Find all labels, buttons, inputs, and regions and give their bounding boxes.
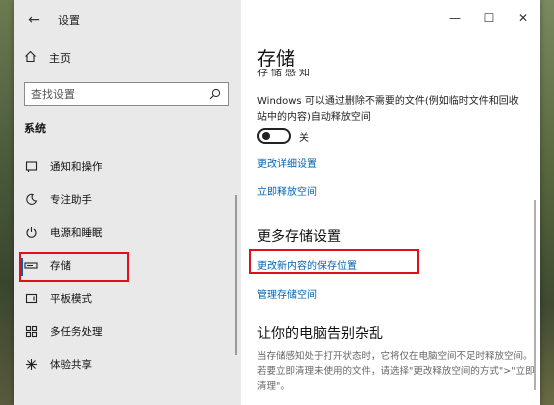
maximize-button[interactable]: ☐: [472, 0, 506, 36]
annotation-box-storage: [19, 252, 129, 282]
tablet-icon: [24, 292, 38, 306]
share-icon: [24, 358, 38, 372]
sidebar-item-tablet-mode[interactable]: 平板模式: [14, 282, 241, 315]
storage-sense-toggle-row: 关: [257, 128, 309, 144]
scrolled-heading: 存储感知: [257, 69, 313, 78]
notification-icon: [24, 160, 38, 174]
sidebar-item-power[interactable]: 电源和睡眠: [14, 216, 241, 249]
search-icon[interactable]: [208, 87, 222, 101]
content-scrollbar[interactable]: [534, 200, 536, 390]
multitask-icon: [24, 325, 38, 339]
sidebar-item-label: 多任务处理: [50, 326, 103, 338]
minimize-icon: —: [449, 11, 461, 25]
annotation-box-save-location: [249, 249, 419, 274]
home-label: 主页: [49, 52, 71, 65]
window-controls: — ☐ ✕: [438, 0, 540, 36]
declutter-description: 当存储感知处于打开状态时，它将仅在电脑空间不足时释放空间。若要立即清理未使用的文…: [257, 351, 535, 392]
home-icon: [24, 50, 37, 66]
desktop-wallpaper-right: [540, 0, 554, 405]
sidebar-item-label: 平板模式: [50, 293, 92, 305]
sidebar: ← 设置 主页 系统 通知和操作: [14, 0, 241, 405]
sidebar-item-home[interactable]: 主页: [24, 50, 71, 66]
change-details-link[interactable]: 更改详细设置: [257, 155, 317, 170]
maximize-icon: ☐: [483, 11, 495, 25]
sidebar-item-notifications[interactable]: 通知和操作: [14, 150, 241, 183]
toggle-state-label: 关: [299, 132, 309, 144]
sidebar-item-focus-assist[interactable]: 专注助手: [14, 183, 241, 216]
content-pane: — ☐ ✕ 存储 存储感知 Windows 可以通过删除不需要的文件(例如临时文…: [241, 0, 540, 405]
search-box[interactable]: [24, 82, 229, 106]
desktop-wallpaper-left: [0, 0, 14, 405]
section-label: 系统: [24, 122, 46, 135]
back-button[interactable]: ←: [24, 10, 44, 30]
sidebar-item-multitasking[interactable]: 多任务处理: [14, 315, 241, 348]
close-icon: ✕: [517, 11, 529, 25]
storage-sense-toggle[interactable]: [257, 128, 291, 144]
toggle-knob: [262, 132, 270, 140]
back-arrow-icon: ←: [28, 12, 40, 28]
sidebar-item-label: 体验共享: [50, 359, 92, 371]
more-storage-settings-title: 更多存储设置: [257, 229, 341, 245]
moon-icon: [24, 193, 38, 207]
storage-sense-description: Windows 可以通过删除不需要的文件(例如临时文件和回收站中的内容)自动释放…: [257, 96, 519, 123]
power-icon: [24, 226, 38, 240]
declutter-title: 让你的电脑告别杂乱: [257, 326, 383, 342]
search-input[interactable]: [31, 87, 208, 101]
sidebar-item-label: 专注助手: [50, 194, 92, 206]
minimize-button[interactable]: —: [438, 0, 472, 36]
settings-window: ← 设置 主页 系统 通知和操作: [14, 0, 540, 405]
sidebar-item-shared-experiences[interactable]: 体验共享: [14, 348, 241, 381]
free-space-now-link[interactable]: 立即释放空间: [257, 183, 317, 198]
sidebar-item-label: 通知和操作: [50, 161, 103, 173]
page-title: 存储: [257, 48, 296, 70]
app-title: 设置: [58, 14, 80, 27]
manage-storage-spaces-link[interactable]: 管理存储空间: [257, 286, 317, 301]
sidebar-item-label: 电源和睡眠: [50, 227, 103, 239]
close-button[interactable]: ✕: [506, 0, 540, 36]
sidebar-scrollbar[interactable]: [235, 195, 237, 355]
